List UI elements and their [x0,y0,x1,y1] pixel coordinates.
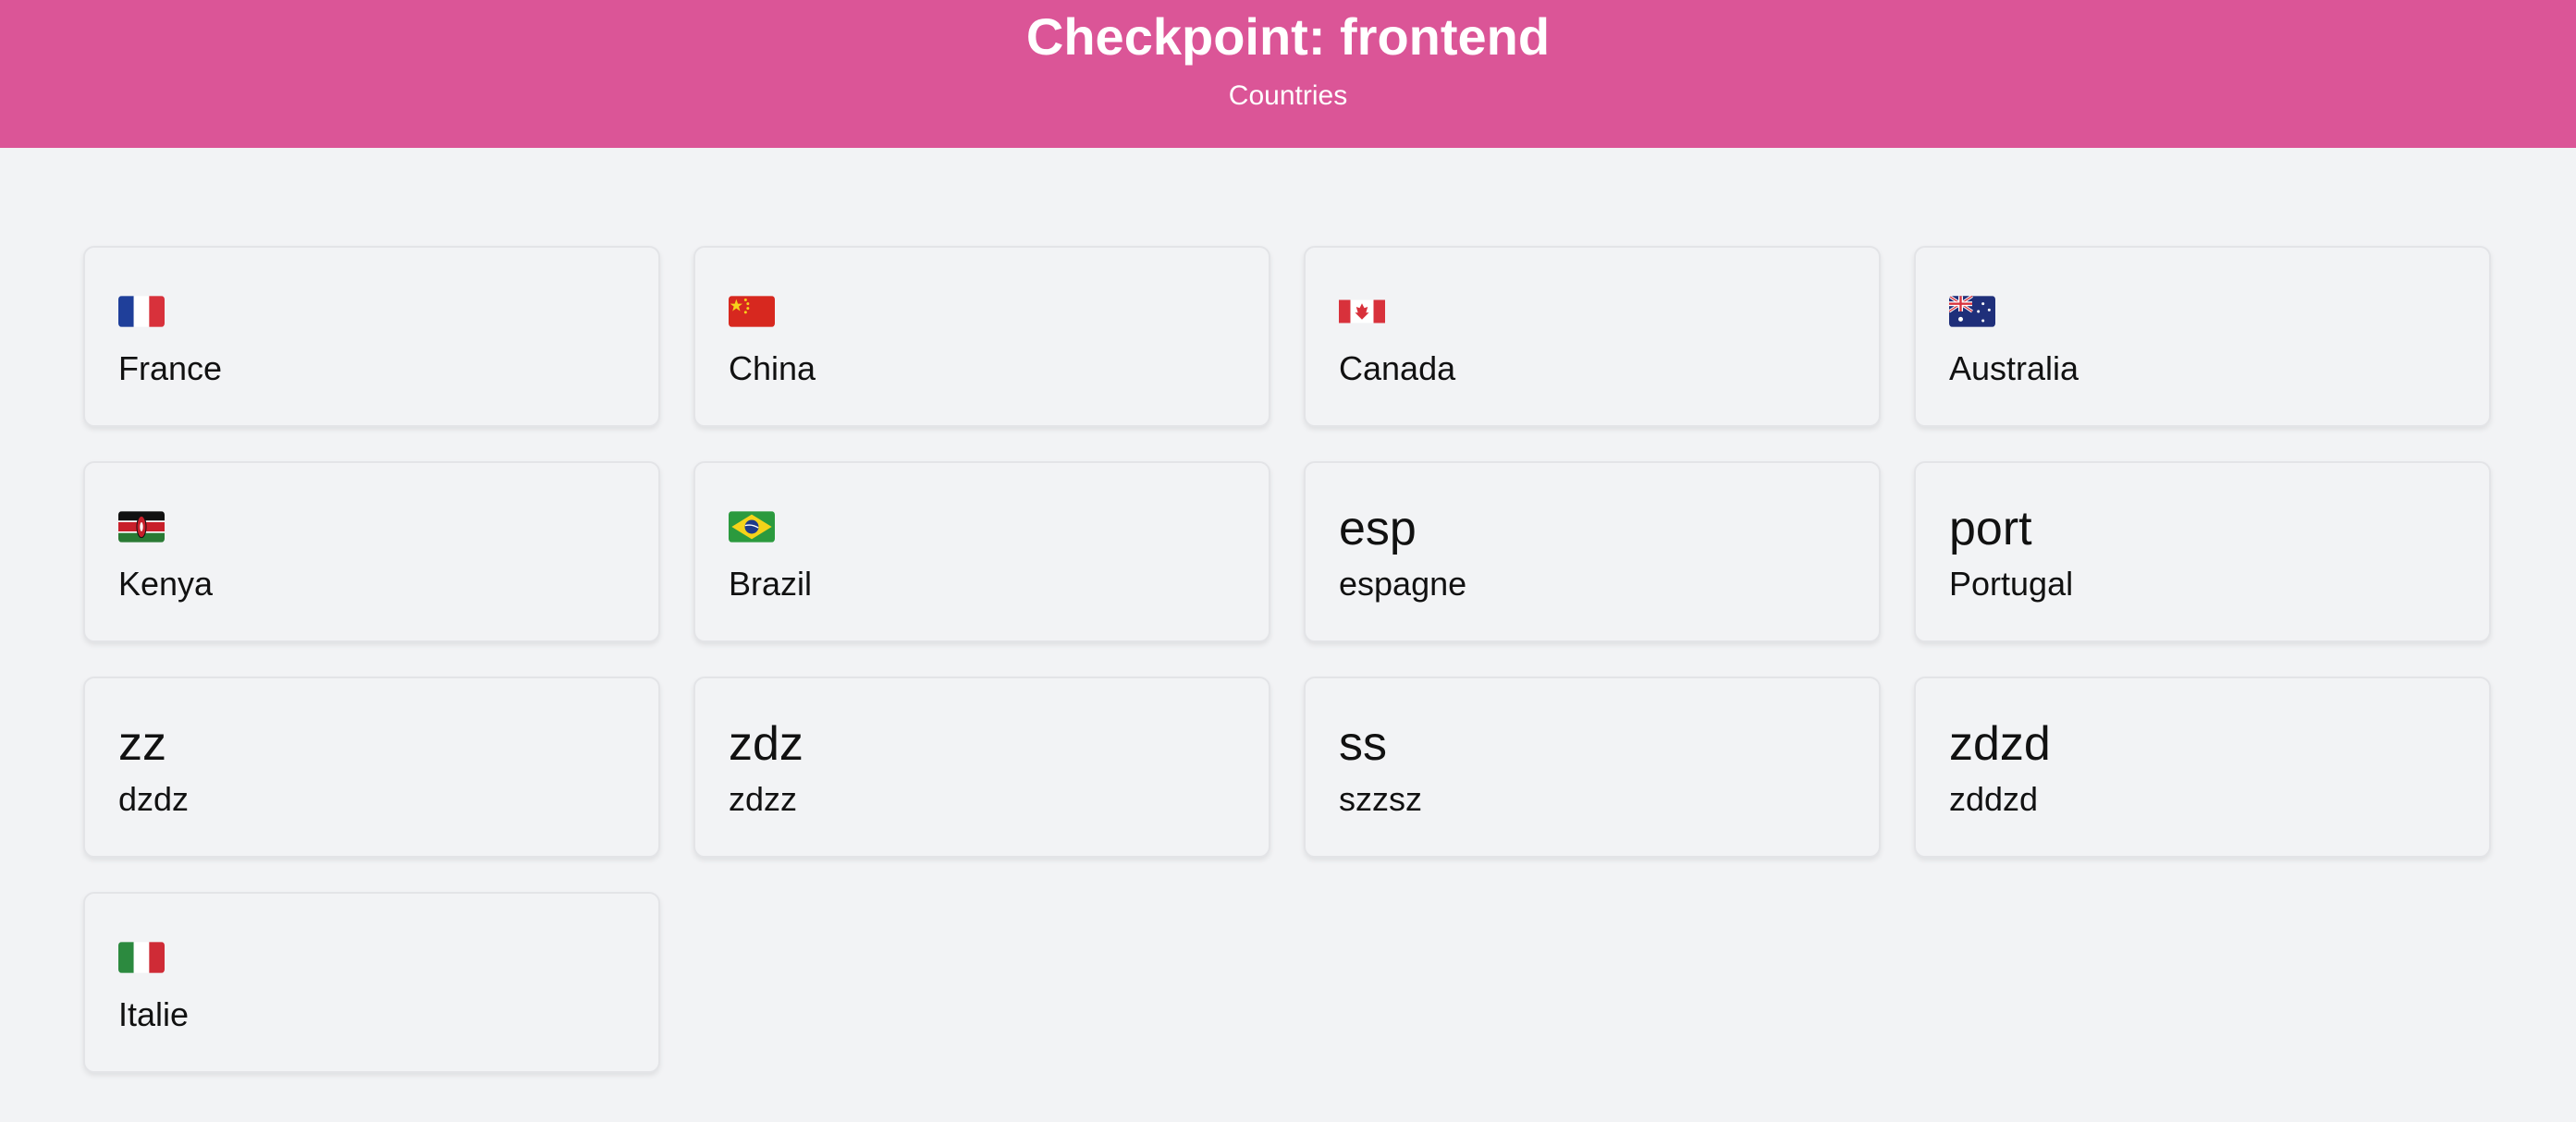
country-code: zz [118,717,166,771]
country-card-australia[interactable]: Australia [1914,246,2491,427]
flag-canada-icon [1339,296,1385,327]
country-name: France [118,349,223,387]
country-card-france[interactable]: France [83,246,660,427]
country-code: zdz [729,717,803,771]
flag-brazil-icon [729,511,775,543]
country-name: zddzd [1949,780,2039,818]
page-subtitle: Countries [1228,80,1348,111]
page-title: Checkpoint: frontend [1025,7,1551,66]
flag-france-icon [118,296,165,327]
country-card-szzsz[interactable]: ss szzsz [1304,677,1881,858]
country-name: zdzz [729,780,798,818]
country-name: Brazil [729,565,813,603]
page-header: Checkpoint: frontend Countries [0,0,2576,148]
country-card-kenya[interactable]: Kenya [83,461,660,642]
flag-china-icon [729,296,775,327]
country-name: Canada [1339,349,1456,387]
country-grid: France China Canada Australia Kenya Braz… [83,246,2491,1073]
country-card-zdzz[interactable]: zdz zdzz [693,677,1270,858]
country-card-brazil[interactable]: Brazil [693,461,1270,642]
country-name: China [729,349,816,387]
flag-kenya-icon [118,511,165,543]
flag-australia-icon [1949,296,1995,327]
country-card-portugal[interactable]: port Portugal [1914,461,2491,642]
flag-italy-icon [118,942,165,973]
country-name: espagne [1339,565,1467,603]
country-name: Australia [1949,349,2079,387]
country-card-china[interactable]: China [693,246,1270,427]
country-card-canada[interactable]: Canada [1304,246,1881,427]
country-name: Kenya [118,565,214,603]
country-name: dzdz [118,780,190,818]
country-card-espagne[interactable]: esp espagne [1304,461,1881,642]
country-name: Portugal [1949,565,2074,603]
country-code: zdzd [1949,717,2051,771]
country-card-italie[interactable]: Italie [83,892,660,1073]
country-code: ss [1339,717,1387,771]
country-card-zddzd[interactable]: zdzd zddzd [1914,677,2491,858]
country-code: esp [1339,502,1417,555]
country-code: port [1949,502,2032,555]
country-name: Italie [118,995,190,1033]
country-card-dzdz[interactable]: zz dzdz [83,677,660,858]
country-name: szzsz [1339,780,1422,818]
